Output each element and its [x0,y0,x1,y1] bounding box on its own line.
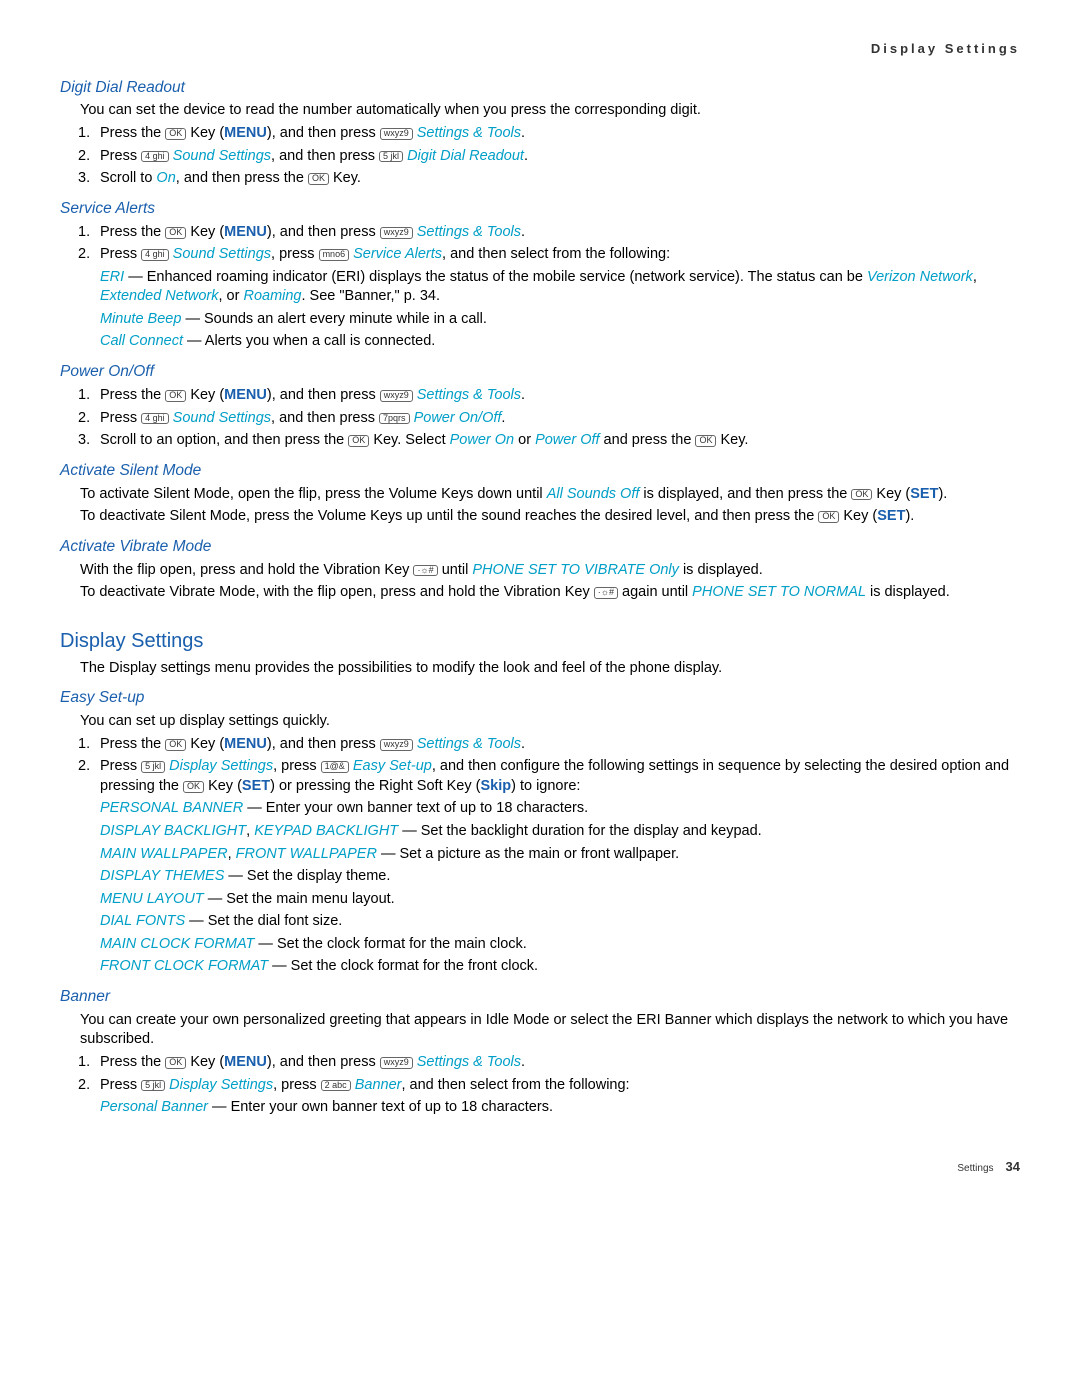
page-header: Display Settings [60,40,1020,58]
key-5-icon: 5 jkl [141,1080,165,1092]
key-7-icon: 7pqrs [379,413,410,425]
key-9-icon: wxyz9 [380,390,413,402]
ok-key-icon: OK [165,739,186,751]
vibration-key-icon: ·☼# [594,587,618,599]
list-item: 3. Scroll to On, and then press the OK K… [100,169,1020,189]
body-text: DISPLAY BACKLIGHT, KEYPAD BACKLIGHT — Se… [100,822,1020,842]
body-text: ERI — Enhanced roaming indicator (ERI) d… [100,268,1020,307]
key-4-icon: 4 ghi [141,249,169,261]
list-item: 2. Press 4 ghi Sound Settings, press mno… [100,245,1020,265]
body-text: You can set up display settings quickly. [80,712,1020,732]
list-item: 2. Press 5 jkl Display Settings, press 1… [100,757,1020,796]
ok-key-icon: OK [695,435,716,447]
heading-easy-setup: Easy Set-up [60,688,1020,709]
ok-key-icon: OK [348,435,369,447]
body-text: PERSONAL BANNER — Enter your own banner … [100,799,1020,819]
body-text: To deactivate Silent Mode, press the Vol… [80,507,1020,527]
key-9-icon: wxyz9 [380,739,413,751]
key-9-icon: wxyz9 [380,1057,413,1069]
list-item: 2. Press 4 ghi Sound Settings, and then … [100,147,1020,167]
ok-key-icon: OK [851,489,872,501]
heading-activate-silent-mode: Activate Silent Mode [60,461,1020,482]
heading-activate-vibrate-mode: Activate Vibrate Mode [60,537,1020,558]
key-4-icon: 4 ghi [141,151,169,163]
list-item: 3. Scroll to an option, and then press t… [100,431,1020,451]
list-item: 2. Press 4 ghi Sound Settings, and then … [100,409,1020,429]
list-item: 2. Press 5 jkl Display Settings, press 2… [100,1076,1020,1096]
body-text: Personal Banner — Enter your own banner … [100,1098,1020,1118]
key-5-icon: 5 jkl [141,761,165,773]
list-item: 1. Press the OK Key (MENU), and then pre… [100,124,1020,144]
body-text: With the flip open, press and hold the V… [80,561,1020,581]
body-text: FRONT CLOCK FORMAT — Set the clock forma… [100,957,1020,977]
heading-power-on-off: Power On/Off [60,362,1020,383]
body-text: MAIN CLOCK FORMAT — Set the clock format… [100,935,1020,955]
body-text: DISPLAY THEMES — Set the display theme. [100,867,1020,887]
body-text: To activate Silent Mode, open the flip, … [80,485,1020,505]
ok-key-icon: OK [165,390,186,402]
body-text: The Display settings menu provides the p… [80,659,1020,679]
body-text: MAIN WALLPAPER, FRONT WALLPAPER — Set a … [100,845,1020,865]
vibration-key-icon: ·☼# [413,565,437,577]
ok-key-icon: OK [165,227,186,239]
body-text: Minute Beep — Sounds an alert every minu… [100,310,1020,330]
key-9-icon: wxyz9 [380,128,413,140]
heading-display-settings: Display Settings [60,628,1020,655]
ok-key-icon: OK [308,173,329,185]
list-item: 1. Press the OK Key (MENU), and then pre… [100,1053,1020,1073]
ok-key-icon: OK [165,1057,186,1069]
key-5-icon: 5 jkl [379,151,403,163]
page-footer: Settings34 [60,1158,1020,1176]
heading-banner: Banner [60,987,1020,1008]
ok-key-icon: OK [818,511,839,523]
key-1-icon: 1@& [321,761,349,773]
body-text: Call Connect — Alerts you when a call is… [100,332,1020,352]
key-2-icon: 2 abc [321,1080,351,1092]
key-6-icon: mno6 [319,249,350,261]
key-4-icon: 4 ghi [141,413,169,425]
body-text: You can create your own personalized gre… [80,1011,1020,1050]
ok-key-icon: OK [183,781,204,793]
body-text: To deactivate Vibrate Mode, with the fli… [80,583,1020,603]
body-text: MENU LAYOUT — Set the main menu layout. [100,890,1020,910]
list-item: 1. Press the OK Key (MENU), and then pre… [100,386,1020,406]
heading-service-alerts: Service Alerts [60,199,1020,220]
body-text: DIAL FONTS — Set the dial font size. [100,912,1020,932]
key-9-icon: wxyz9 [380,227,413,239]
heading-digit-dial-readout: Digit Dial Readout [60,78,1020,99]
list-item: 1. Press the OK Key (MENU), and then pre… [100,735,1020,755]
list-item: 1. Press the OK Key (MENU), and then pre… [100,223,1020,243]
body-text: You can set the device to read the numbe… [80,101,1020,121]
ok-key-icon: OK [165,128,186,140]
